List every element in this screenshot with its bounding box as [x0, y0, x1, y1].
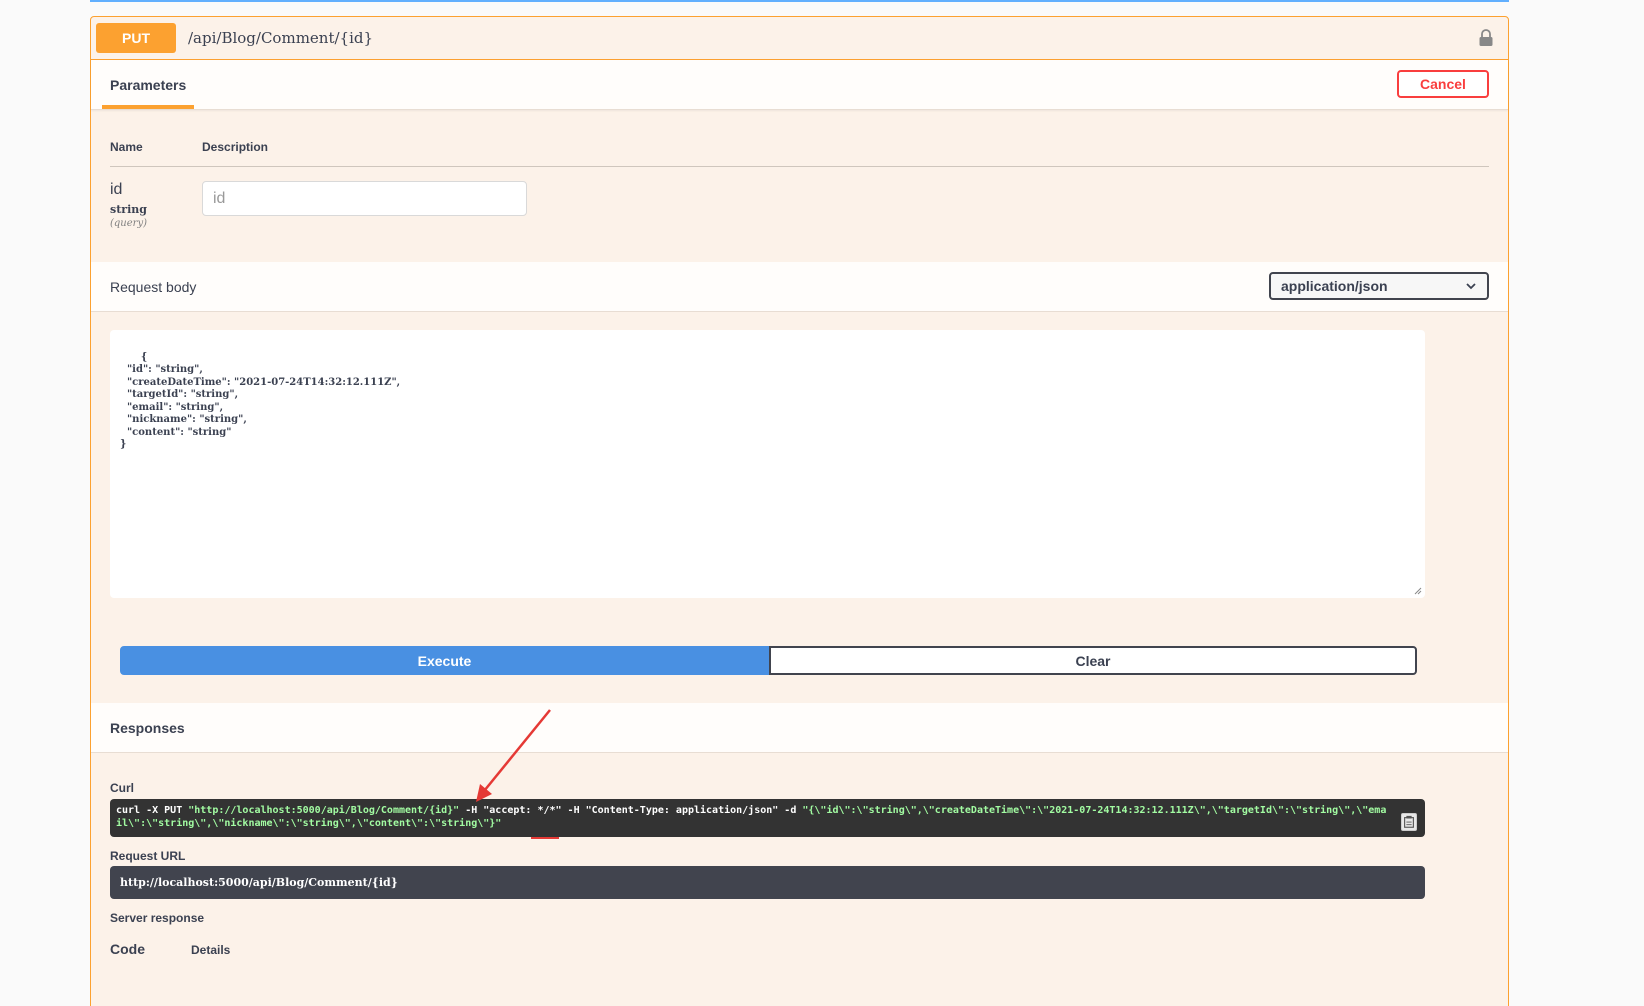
chevron-down-icon [1466, 283, 1476, 290]
execute-wrapper: Execute Clear [120, 646, 1417, 675]
method-badge: PUT [96, 23, 176, 53]
responses-header: Responses [91, 703, 1508, 753]
table-row: id string (query) [110, 167, 1489, 229]
curl-headers: -H "accept: */*" -H "Content-Type: appli… [459, 805, 803, 816]
response-table-header: Code Details [110, 941, 230, 957]
annotation-underline [531, 837, 559, 839]
id-input[interactable] [202, 181, 527, 216]
param-name: id [110, 181, 123, 198]
curl-label: Curl [110, 781, 134, 795]
param-location: (query) [110, 218, 147, 229]
request-url-value: http://localhost:5000/api/Blog/Comment/{… [120, 876, 398, 889]
column-details: Details [191, 943, 231, 957]
opblock-summary[interactable]: PUT /api/Blog/Comment/{id} [91, 17, 1508, 60]
content-type-value: application/json [1281, 278, 1388, 294]
column-description: Description [202, 140, 269, 154]
curl-command[interactable]: curl -X PUT "http://localhost:5000/api/B… [110, 799, 1425, 837]
responses-title: Responses [110, 719, 185, 736]
copy-icon[interactable] [1401, 813, 1417, 831]
execute-button[interactable]: Execute [120, 646, 769, 675]
request-body-editor[interactable]: { "id": "string", "createDateTime": "202… [110, 330, 1425, 598]
resize-handle-icon[interactable] [1414, 587, 1422, 595]
column-name: Name [110, 140, 143, 154]
server-response-label: Server response [110, 911, 205, 925]
content-type-select[interactable]: application/json [1269, 272, 1489, 300]
param-description-cell [202, 181, 527, 229]
operation-path: /api/Blog/Comment/{id} [188, 29, 374, 47]
cancel-button[interactable]: Cancel [1397, 70, 1489, 98]
param-name-cell: id string (query) [110, 181, 202, 229]
request-body-text: { "id": "string", "createDateTime": "202… [120, 351, 401, 451]
column-code: Code [110, 941, 145, 957]
parameters-table-header: Name Description [110, 140, 1489, 167]
request-body-header: Request body application/json [91, 262, 1508, 312]
request-body-editor-wrap: { "id": "string", "createDateTime": "202… [91, 312, 1508, 655]
opblock-put: PUT /api/Blog/Comment/{id} Parameters Ca… [90, 16, 1509, 1006]
request-url-box: http://localhost:5000/api/Blog/Comment/{… [110, 866, 1425, 899]
tab-parameters[interactable]: Parameters [101, 60, 195, 109]
curl-prefix: curl -X PUT [116, 805, 189, 816]
clear-button[interactable]: Clear [769, 646, 1417, 675]
previous-opblock-border [90, 0, 1509, 2]
parameters-table: Name Description id string (query) [91, 110, 1508, 262]
curl-url: "http://localhost:5000/api/Blog/Comment/… [188, 805, 460, 816]
request-url-label: Request URL [110, 849, 186, 863]
param-type: string [110, 203, 147, 216]
request-body-title: Request body [110, 278, 197, 295]
lock-icon[interactable] [1478, 29, 1494, 47]
parameters-header: Parameters Cancel [91, 60, 1508, 110]
